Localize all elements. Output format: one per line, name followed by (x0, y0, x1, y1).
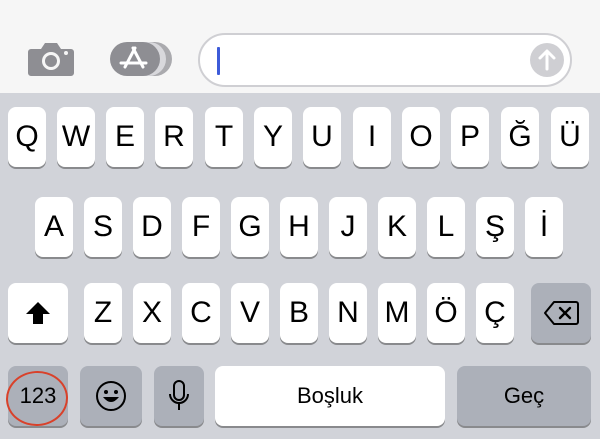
key-k[interactable]: K (378, 197, 416, 257)
text-caret (217, 47, 220, 75)
key-t[interactable]: T (205, 107, 243, 167)
key-u[interactable]: U (303, 107, 341, 167)
key-d[interactable]: D (133, 197, 171, 257)
space-key[interactable]: Boşluk (215, 366, 445, 426)
message-input[interactable] (214, 46, 508, 76)
key-o-umlaut[interactable]: Ö (427, 283, 465, 343)
key-i-dotted[interactable]: İ (525, 197, 563, 257)
emoji-key[interactable] (80, 366, 142, 426)
key-w[interactable]: W (57, 107, 95, 167)
key-u-umlaut[interactable]: Ü (551, 107, 589, 167)
key-f[interactable]: F (182, 197, 220, 257)
key-y[interactable]: Y (254, 107, 292, 167)
key-s[interactable]: S (84, 197, 122, 257)
key-q[interactable]: Q (8, 107, 46, 167)
numbers-key[interactable]: 123 (8, 366, 68, 426)
key-j[interactable]: J (329, 197, 367, 257)
key-o[interactable]: O (402, 107, 440, 167)
return-key[interactable]: Geç (457, 366, 591, 426)
send-arrow-icon (538, 49, 556, 71)
key-c[interactable]: C (182, 283, 220, 343)
key-e[interactable]: E (106, 107, 144, 167)
key-v[interactable]: V (231, 283, 269, 343)
key-c-cedilla[interactable]: Ç (476, 283, 514, 343)
key-h[interactable]: H (280, 197, 318, 257)
key-r[interactable]: R (155, 107, 193, 167)
key-s-cedilla[interactable]: Ş (476, 197, 514, 257)
key-l[interactable]: L (427, 197, 465, 257)
key-m[interactable]: M (378, 283, 416, 343)
delete-key[interactable] (531, 283, 591, 343)
microphone-icon (169, 380, 189, 410)
key-a[interactable]: A (35, 197, 73, 257)
message-toolbar (0, 0, 600, 93)
dictation-key[interactable] (154, 366, 204, 426)
key-p[interactable]: P (451, 107, 489, 167)
send-button[interactable] (530, 43, 564, 77)
shift-icon (26, 302, 50, 324)
shift-key[interactable] (8, 283, 68, 343)
key-b[interactable]: B (280, 283, 318, 343)
key-g[interactable]: G (231, 197, 269, 257)
key-g-breve[interactable]: Ğ (501, 107, 539, 167)
emoji-icon (96, 381, 126, 411)
keyboard: Q W E R T Y U I O P Ğ Ü A S D F G H J K … (0, 93, 600, 439)
key-x[interactable]: X (133, 283, 171, 343)
app-store-icon[interactable] (110, 42, 172, 76)
delete-icon (544, 301, 579, 325)
key-i-dotless[interactable]: I (353, 107, 391, 167)
key-n[interactable]: N (329, 283, 367, 343)
key-z[interactable]: Z (84, 283, 122, 343)
camera-icon[interactable] (27, 41, 75, 77)
message-input-field[interactable] (198, 33, 572, 87)
